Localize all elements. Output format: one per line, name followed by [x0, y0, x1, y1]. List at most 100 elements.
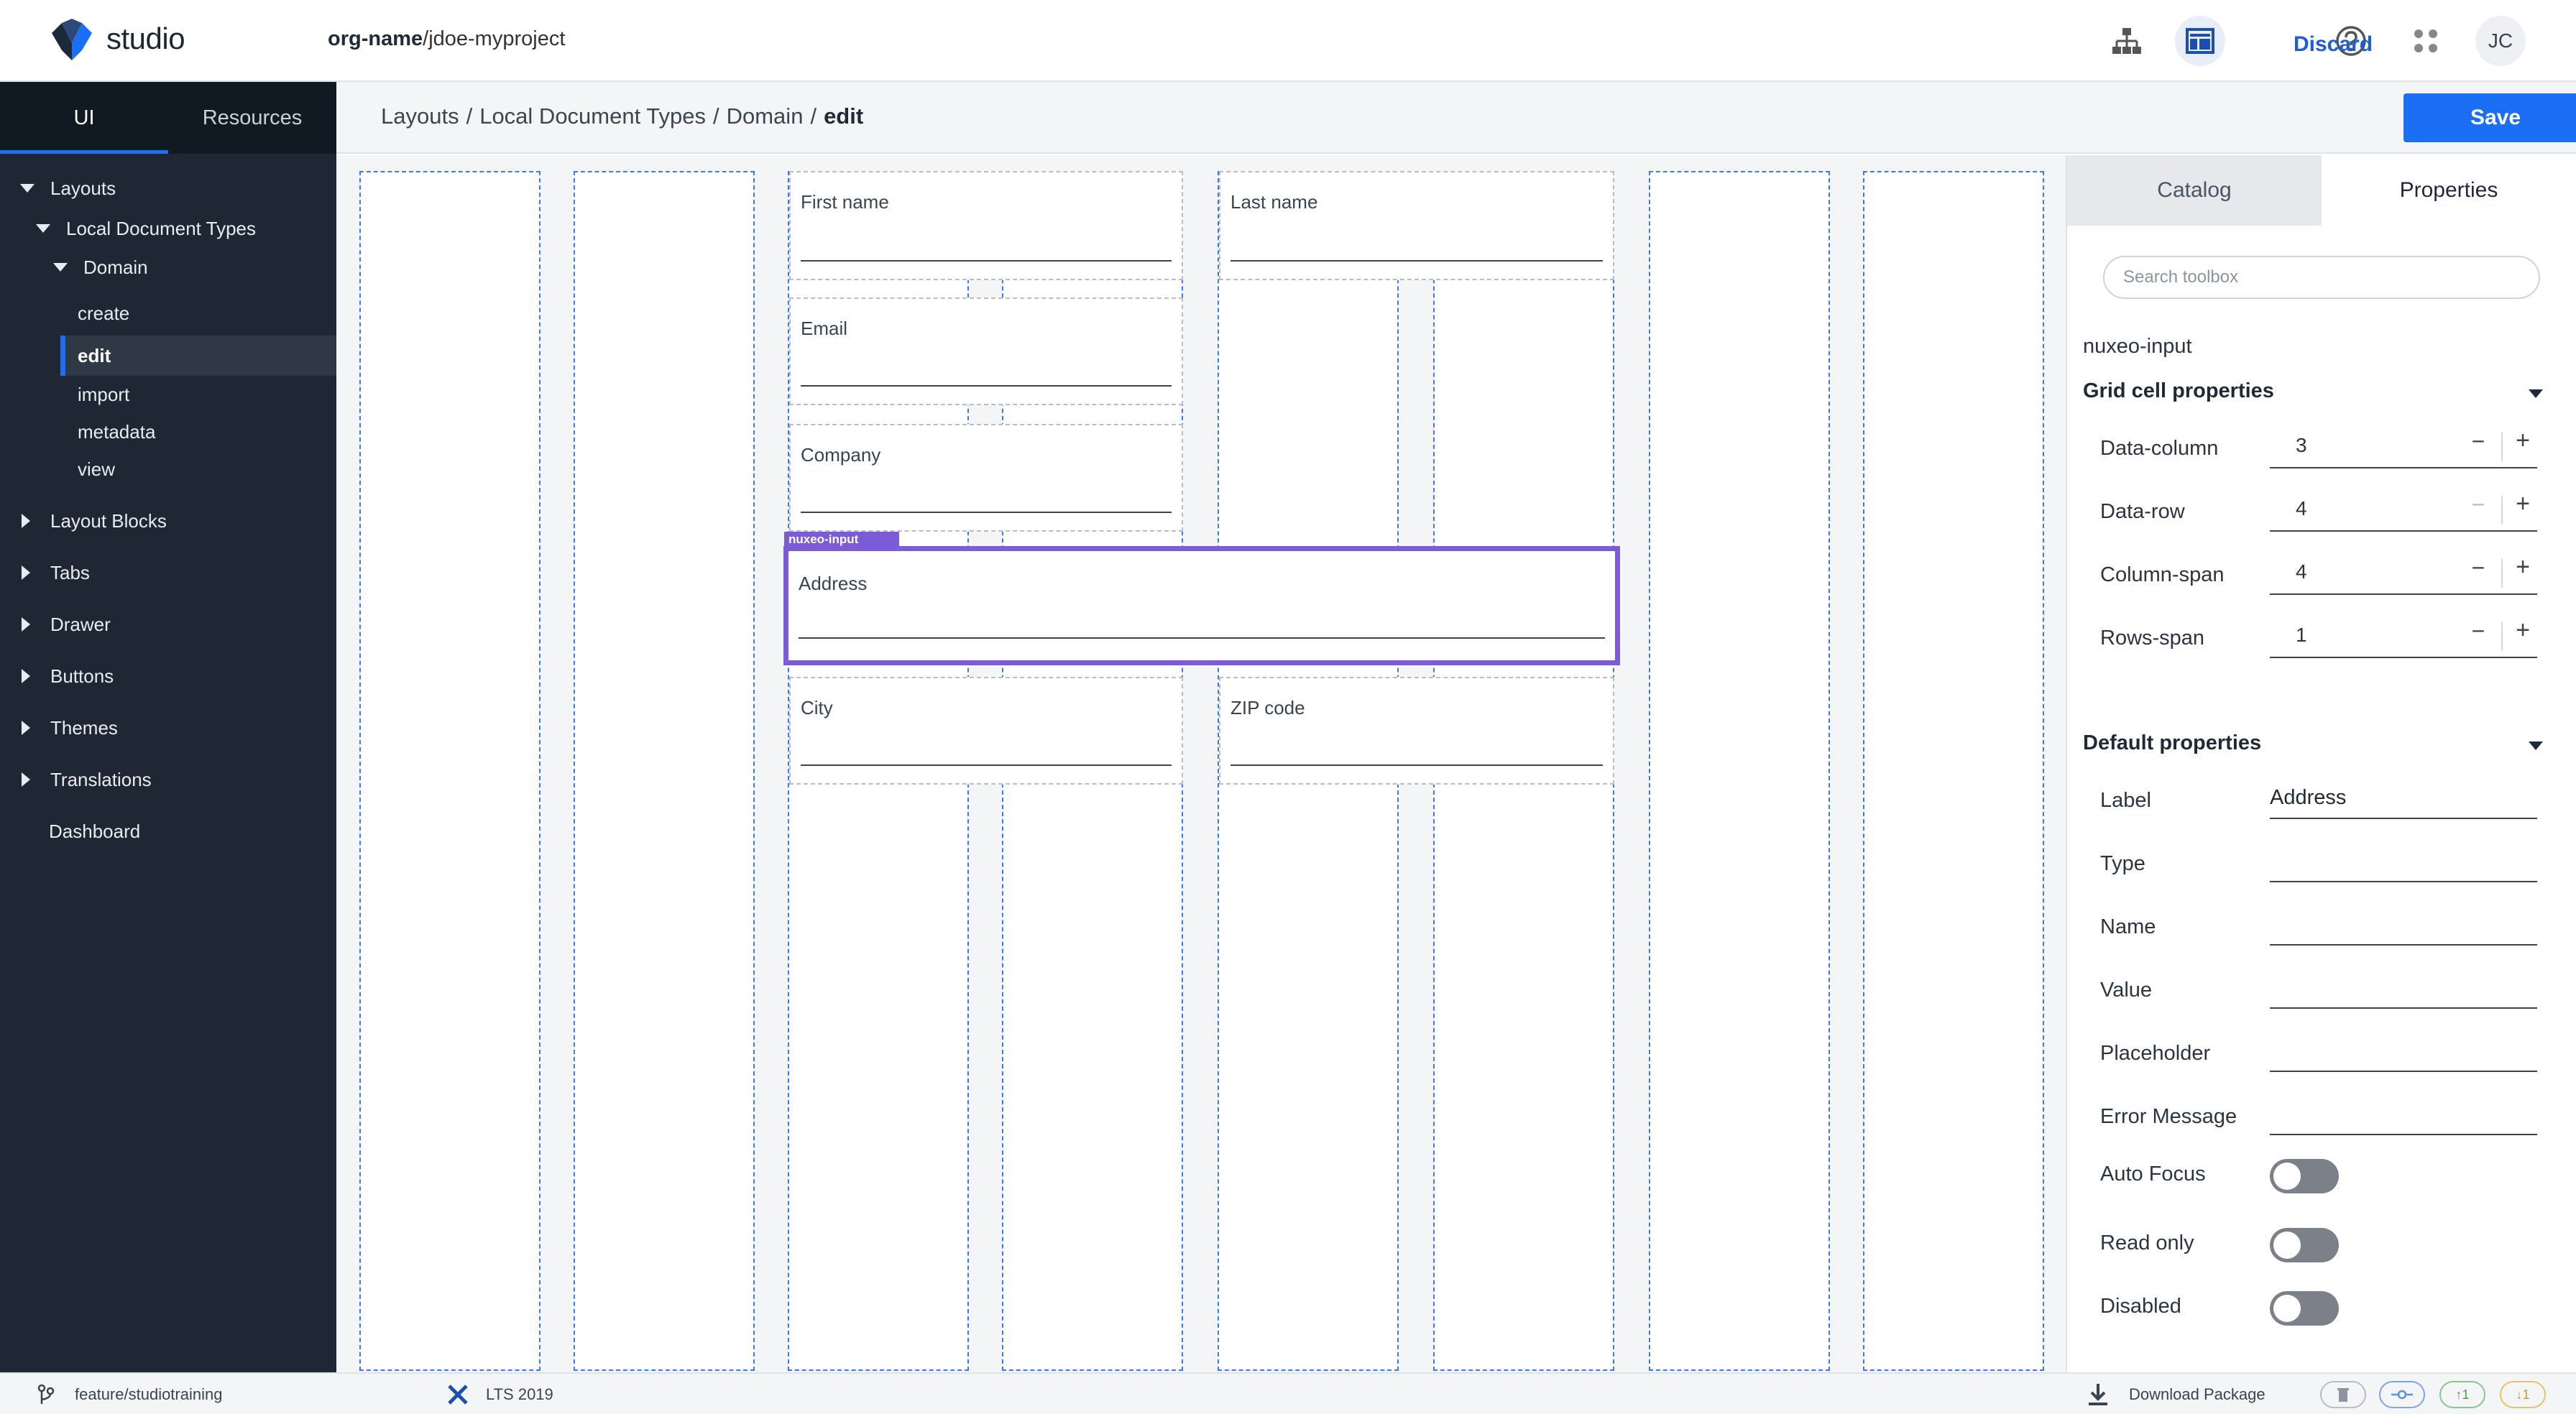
tree-item-label: Drawer	[50, 613, 111, 635]
tree-item-themes[interactable]: Themes	[22, 708, 336, 748]
breadcrumb-domain[interactable]: Domain	[727, 103, 804, 129]
field-address-selected[interactable]: Address	[783, 546, 1620, 665]
tab-catalog[interactable]: Catalog	[2067, 155, 2322, 226]
apps-grid-icon[interactable]	[2401, 16, 2451, 66]
auto-focus-toggle[interactable]	[2270, 1159, 2339, 1193]
minus-icon[interactable]: −	[2464, 555, 2493, 581]
error-message-input[interactable]	[2270, 1094, 2537, 1135]
grid-cell-properties-title[interactable]: Grid cell properties	[2083, 379, 2274, 403]
nuxeo-logo-icon[interactable]	[52, 19, 92, 60]
pull-count-badge[interactable]: ↓1	[2500, 1381, 2546, 1408]
tree-item-translations[interactable]: Translations	[22, 759, 336, 800]
caret-right-icon	[22, 721, 30, 735]
type-prop-label: Type	[2100, 852, 2145, 875]
minus-icon[interactable]: −	[2464, 618, 2493, 644]
disabled-toggle[interactable]	[2270, 1291, 2339, 1326]
field-label: Address	[799, 573, 868, 594]
tree-item-dashboard[interactable]: Dashboard	[49, 811, 336, 851]
tree-item-label: Themes	[50, 716, 118, 739]
field-underline	[1230, 260, 1603, 262]
tree-item-label: Tabs	[50, 561, 90, 583]
save-button[interactable]: Save	[2404, 93, 2576, 142]
stepper-divider	[2501, 559, 2503, 588]
data-column-stepper[interactable]: 3 − +	[2270, 425, 2537, 468]
field-email[interactable]: Email	[789, 297, 1183, 405]
tree-item-create[interactable]: create	[78, 293, 336, 333]
field-label: City	[801, 697, 833, 718]
plus-icon[interactable]: +	[2508, 616, 2537, 644]
stepper-value[interactable]: 1	[2296, 624, 2307, 647]
breadcrumb-bar: Layouts / Local Document Types / Domain / edit	[336, 82, 2576, 154]
tree-item-local-document-types[interactable]: Local Document Types	[36, 208, 336, 249]
target-platform[interactable]: LTS 2019	[486, 1385, 553, 1404]
placeholder-input[interactable]	[2270, 1030, 2537, 1072]
field-underline	[801, 260, 1172, 262]
breadcrumb-separator: /	[712, 103, 719, 129]
stepper-value[interactable]: 4	[2296, 497, 2307, 520]
error-message-prop-label: Error Message	[2100, 1105, 2237, 1128]
stepper-value[interactable]: 4	[2296, 560, 2307, 583]
branch-name[interactable]: feature/studiotraining	[75, 1385, 222, 1404]
tree-item-metadata[interactable]: metadata	[78, 412, 336, 452]
discard-button[interactable]: Discard	[2261, 20, 2405, 69]
download-package-link[interactable]: Download Package	[2129, 1385, 2266, 1404]
collapse-caret-icon[interactable]	[2529, 389, 2543, 398]
field-first-name[interactable]: First name	[789, 171, 1183, 280]
rows-span-stepper[interactable]: 1 − +	[2270, 615, 2537, 658]
tree-item-drawer[interactable]: Drawer	[22, 604, 336, 644]
disabled-prop-label: Disabled	[2100, 1295, 2181, 1318]
read-only-toggle[interactable]	[2270, 1228, 2339, 1262]
data-row-stepper[interactable]: 4 − +	[2270, 489, 2537, 532]
breadcrumb-layouts[interactable]: Layouts	[381, 103, 459, 129]
tree-item-layout-blocks[interactable]: Layout Blocks	[22, 501, 336, 541]
search-toolbox-input[interactable]: Search toolbox	[2103, 256, 2540, 299]
minus-icon[interactable]: −	[2464, 428, 2493, 455]
tab-ui[interactable]: UI	[0, 82, 168, 154]
tree-item-buttons[interactable]: Buttons	[22, 656, 336, 696]
stepper-divider	[2501, 622, 2503, 651]
field-company[interactable]: Company	[789, 424, 1183, 532]
grid-column-guide	[574, 171, 755, 1371]
minus-icon: −	[2471, 491, 2485, 517]
tab-properties[interactable]: Properties	[2322, 155, 2576, 226]
avatar[interactable]: JC	[2475, 16, 2526, 66]
rows-span-label: Rows-span	[2100, 627, 2205, 650]
tree-item-tabs[interactable]: Tabs	[22, 553, 336, 593]
collapse-caret-icon[interactable]	[2529, 741, 2543, 750]
layout-designer-icon[interactable]	[2175, 16, 2225, 66]
tab-resources[interactable]: Resources	[168, 82, 336, 154]
stepper-value[interactable]: 3	[2296, 434, 2307, 457]
nuxeo-x-icon	[448, 1385, 468, 1405]
plus-icon[interactable]: +	[2508, 427, 2537, 455]
tree-item-import[interactable]: import	[78, 374, 336, 415]
trash-icon[interactable]	[2320, 1381, 2366, 1408]
tree-item-domain[interactable]: Domain	[53, 247, 336, 287]
project-path[interactable]: org-name/jdoe-myproject	[328, 27, 565, 51]
tree-item-label: Domain	[83, 256, 148, 278]
breadcrumb-current: edit	[824, 103, 864, 129]
value-input[interactable]	[2270, 967, 2537, 1009]
panel-tabs: Catalog Properties	[2067, 155, 2576, 226]
push-count-badge[interactable]: ↑1	[2439, 1381, 2485, 1408]
stepper-divider	[2501, 433, 2503, 461]
commit-icon[interactable]	[2379, 1381, 2425, 1408]
hierarchy-icon[interactable]	[2102, 16, 2152, 66]
plus-icon[interactable]: +	[2508, 553, 2537, 581]
download-icon[interactable]	[2087, 1382, 2109, 1407]
caret-right-icon	[22, 514, 30, 528]
breadcrumb-local-document-types[interactable]: Local Document Types	[479, 103, 706, 129]
label-input[interactable]: Address	[2270, 777, 2537, 819]
plus-icon[interactable]: +	[2508, 490, 2537, 518]
field-last-name[interactable]: Last name	[1219, 171, 1614, 280]
name-input[interactable]	[2270, 904, 2537, 946]
type-input[interactable]	[2270, 841, 2537, 882]
tree-item-edit[interactable]: edit	[60, 336, 336, 376]
field-city[interactable]: City	[789, 677, 1183, 785]
tree-item-view[interactable]: view	[78, 449, 336, 489]
field-zip-code[interactable]: ZIP code	[1219, 677, 1614, 785]
field-label: First name	[801, 191, 889, 213]
column-span-stepper[interactable]: 4 − +	[2270, 552, 2537, 595]
caret-down-icon	[36, 224, 50, 233]
default-properties-title[interactable]: Default properties	[2083, 731, 2261, 755]
tree-item-layouts[interactable]: Layouts	[20, 168, 336, 208]
